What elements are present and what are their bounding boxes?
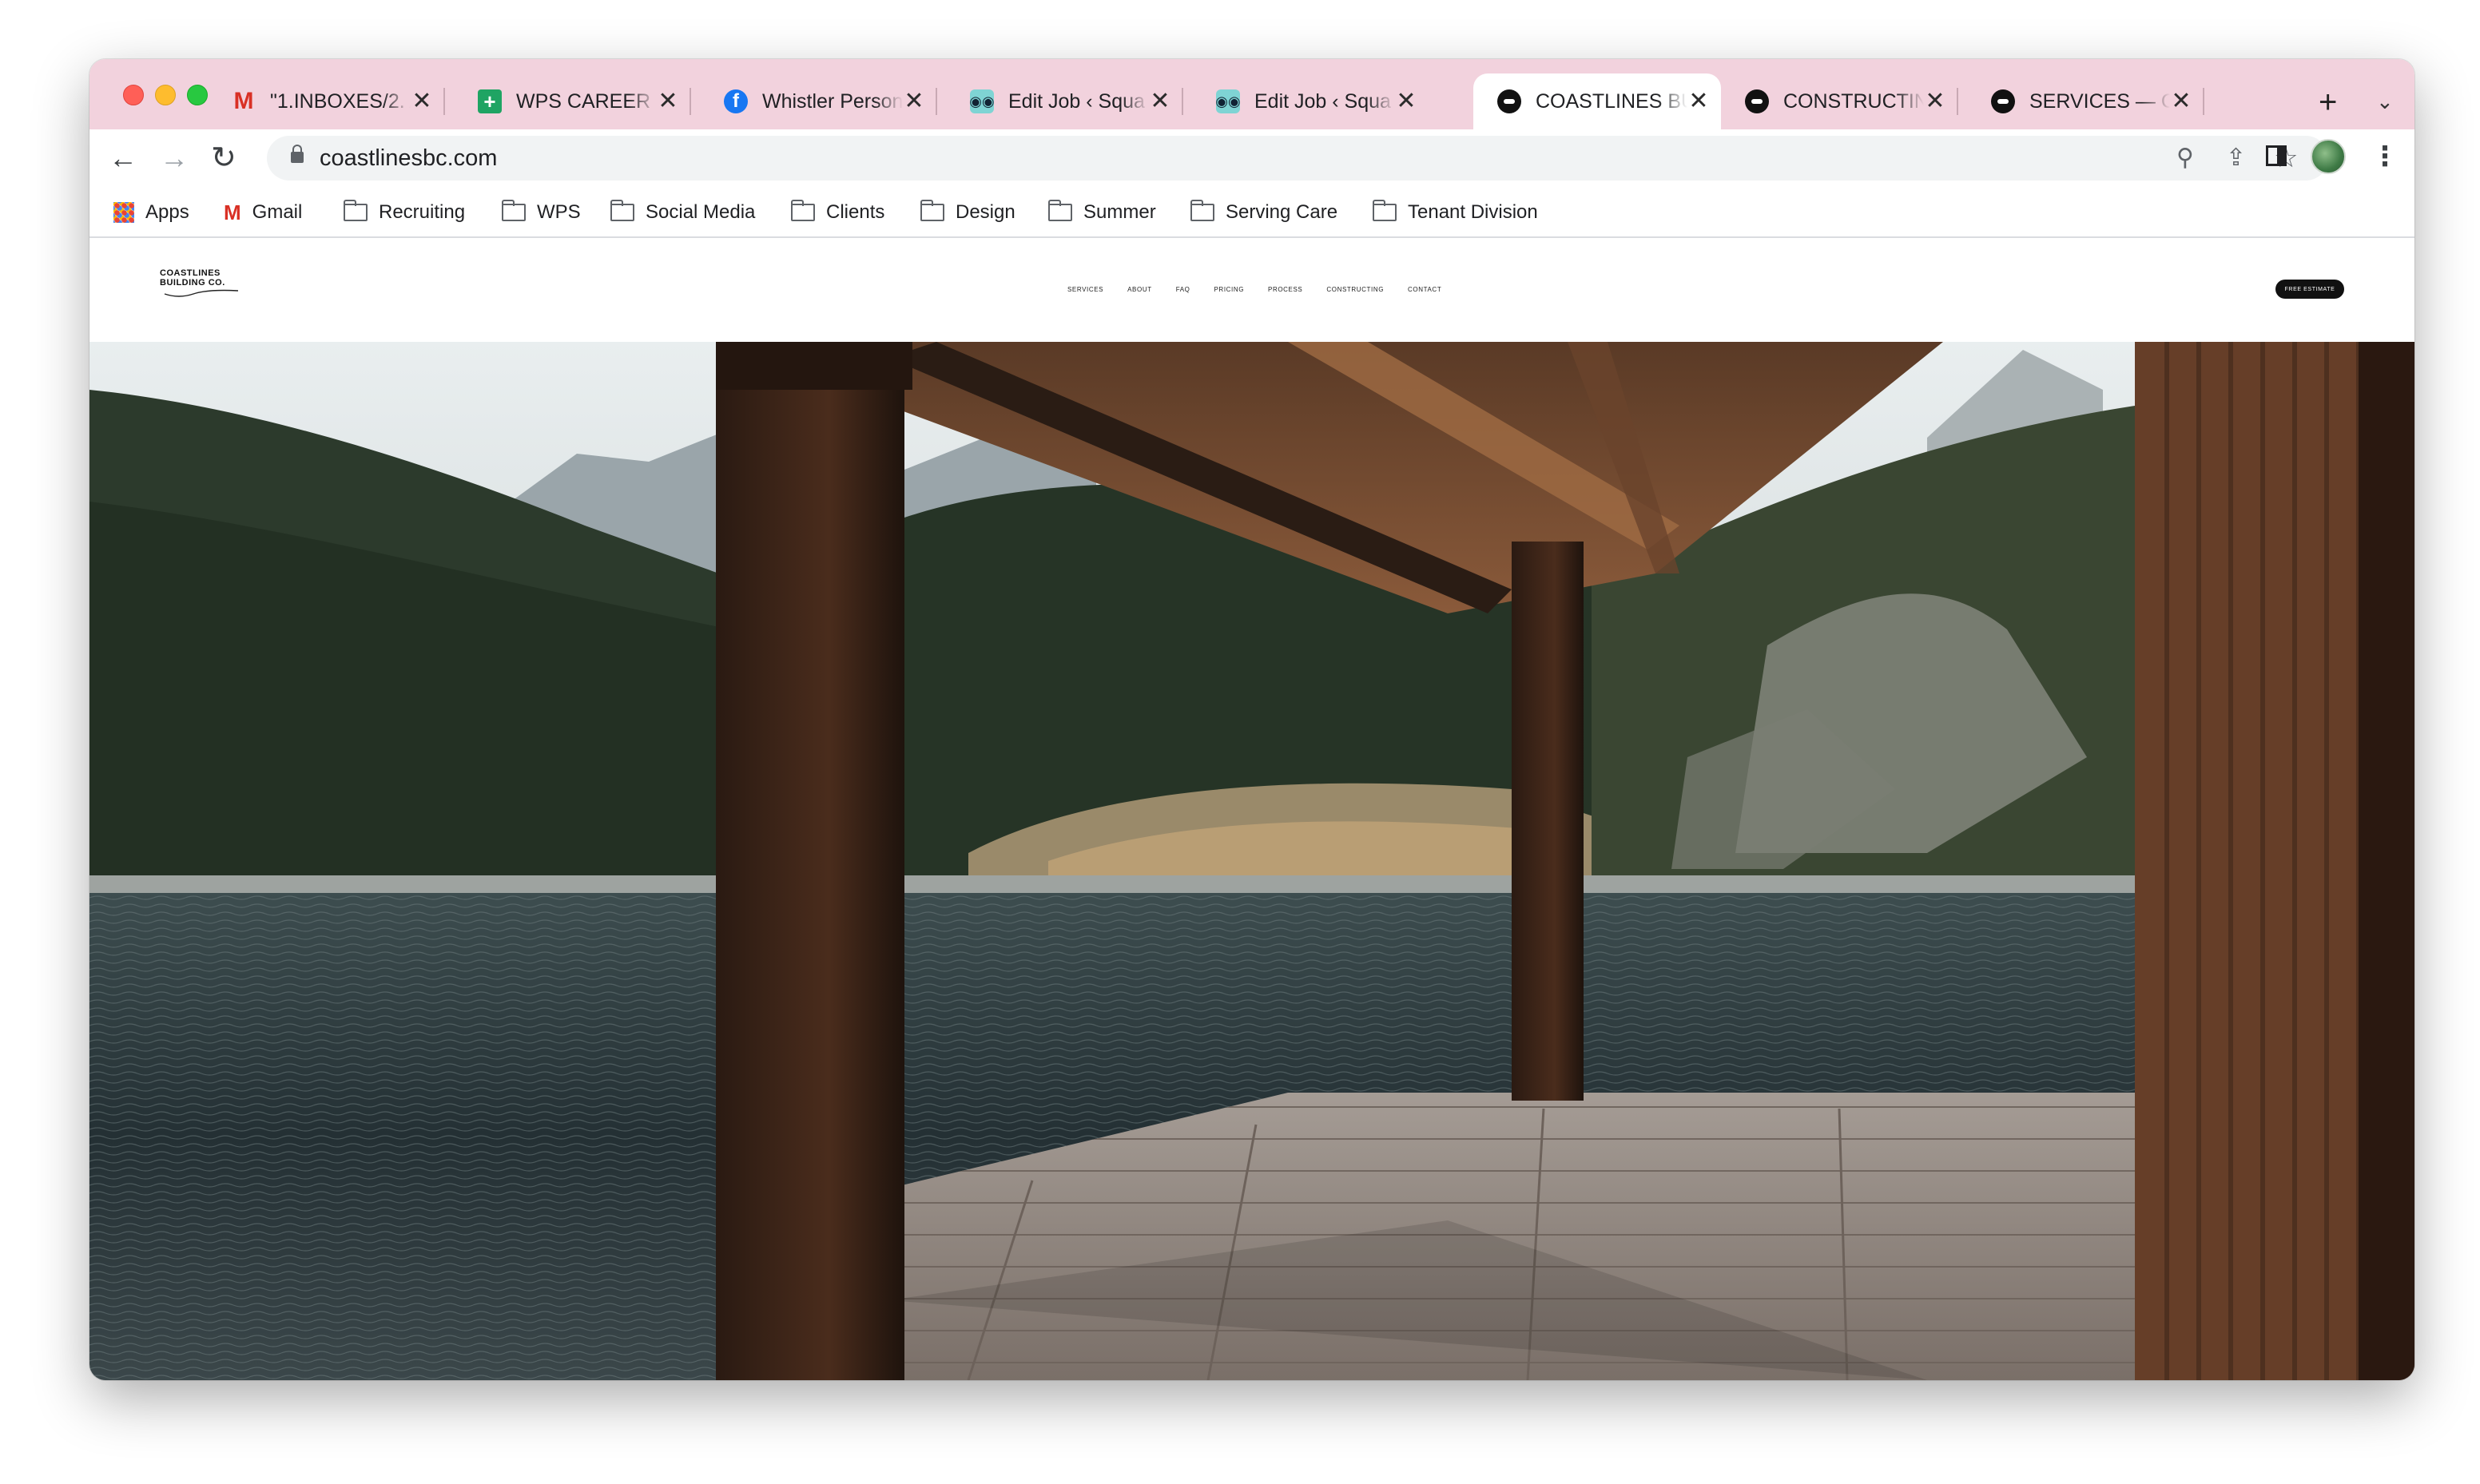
bookmark-apps[interactable]: Apps [113, 198, 189, 227]
bookmark-clients[interactable]: Clients [791, 198, 884, 227]
close-icon[interactable]: ✕ [2170, 89, 2192, 113]
facebook-icon: f [724, 89, 748, 113]
zoom-icon[interactable]: ⚲ [2176, 144, 2194, 173]
reload-icon[interactable]: ↻ [211, 141, 236, 176]
bookmark-label: Social Media [646, 201, 756, 223]
tab-title: COASTLINES BU [1536, 89, 1687, 113]
nav-services[interactable]: SERVICES [1067, 286, 1103, 293]
squarespace-icon [1991, 89, 2015, 113]
back-arrow-icon[interactable]: ← [109, 141, 137, 176]
bookmark-summer[interactable]: Summer [1048, 198, 1156, 227]
tab-title: Edit Job ‹ Squa [1254, 89, 1391, 113]
folder-icon [1373, 200, 1397, 221]
bookmark-label: Recruiting [379, 201, 466, 223]
bookmark-wps[interactable]: WPS [502, 198, 581, 227]
tab-title: WPS CAREER C [516, 89, 657, 113]
tab-title: Edit Job ‹ Squa [1008, 89, 1145, 113]
address-bar[interactable]: coastlinesbc.com ⚲ ⇪ ☆ [267, 136, 2328, 181]
site-header: COASTLINES BUILDING CO. SERVICES ABOUT F… [89, 238, 2414, 342]
nav-process[interactable]: PROCESS [1268, 286, 1302, 293]
side-panel-icon[interactable] [2266, 145, 2287, 166]
apps-grid-icon [113, 202, 134, 223]
folder-icon [1048, 200, 1072, 221]
folder-icon [920, 200, 944, 221]
tab-title: CONSTRUCTING [1783, 89, 1924, 113]
tab-strip: M "1.INBOXES/2. A ✕ + WPS CAREER C ✕ f W… [89, 59, 2414, 129]
browser-window: M "1.INBOXES/2. A ✕ + WPS CAREER C ✕ f W… [89, 59, 2414, 1380]
bookmarks-bar: Apps M Gmail Recruiting WPS Social Media… [89, 187, 2414, 238]
nav-about[interactable]: ABOUT [1127, 286, 1152, 293]
logo-text-line2: BUILDING CO. [160, 278, 225, 288]
tab-title: SERVICES — CO [2029, 89, 2170, 113]
bookmark-label: Summer [1083, 201, 1156, 223]
tab-title: Whistler Person [762, 89, 903, 113]
tab-coastlines[interactable]: COASTLINES BU ✕ [1473, 73, 1721, 129]
tab-gmail[interactable]: M "1.INBOXES/2. A ✕ [208, 73, 445, 129]
bookmark-label: Tenant Division [1408, 201, 1538, 223]
close-icon[interactable]: ✕ [1924, 89, 1946, 113]
forward-arrow-icon[interactable]: → [160, 141, 189, 176]
bookmark-serving-care[interactable]: Serving Care [1190, 198, 1337, 227]
nav-pricing[interactable]: PRICING [1214, 286, 1245, 293]
lock-icon[interactable] [291, 145, 304, 163]
tab-whistler[interactable]: f Whistler Person ✕ [700, 73, 937, 129]
bookmark-label: Clients [826, 201, 885, 223]
logo-text-line1: COASTLINES [160, 268, 221, 278]
bookmark-label: Gmail [252, 201, 303, 223]
free-estimate-button[interactable]: FREE ESTIMATE [2275, 280, 2344, 299]
close-icon[interactable]: ✕ [1395, 89, 1417, 113]
minimize-window-button[interactable] [155, 85, 176, 105]
share-icon[interactable]: ⇪ [2226, 144, 2246, 173]
close-icon[interactable]: ✕ [903, 89, 925, 113]
tab-title: "1.INBOXES/2. A [270, 89, 411, 113]
bookmark-design[interactable]: Design [920, 198, 1015, 227]
close-icon[interactable]: ✕ [1687, 89, 1710, 113]
close-icon[interactable]: ✕ [1149, 89, 1171, 113]
folder-icon [502, 200, 526, 221]
bookmark-tenant-division[interactable]: Tenant Division [1373, 198, 1538, 227]
nav-constructing[interactable]: CONSTRUCTING [1326, 286, 1384, 293]
bookmark-recruiting[interactable]: Recruiting [344, 198, 465, 227]
close-window-button[interactable] [123, 85, 144, 105]
hero-image [89, 342, 2414, 1380]
bookmark-label: Apps [145, 201, 189, 223]
gmail-icon: M [224, 200, 241, 224]
tab-wps-career[interactable]: + WPS CAREER C ✕ [454, 73, 691, 129]
gmail-icon: M [233, 88, 254, 114]
owl-icon: ◉◉ [969, 89, 995, 113]
squarespace-icon [1745, 89, 1769, 113]
tab-constructing[interactable]: CONSTRUCTING ✕ [1721, 73, 1958, 129]
bookmark-social-media[interactable]: Social Media [610, 198, 755, 227]
profile-avatar[interactable] [2311, 139, 2346, 174]
bookmark-label: Design [956, 201, 1015, 223]
tab-edit-job-1[interactable]: ◉◉ Edit Job ‹ Squa ✕ [946, 73, 1183, 129]
close-icon[interactable]: ✕ [411, 89, 433, 113]
new-tab-button[interactable]: + [2319, 86, 2337, 118]
tab-edit-job-2[interactable]: ◉◉ Edit Job ‹ Squa ✕ [1192, 73, 1429, 129]
bookmark-label: Serving Care [1226, 201, 1338, 223]
wave-icon [164, 289, 239, 297]
site-nav: SERVICES ABOUT FAQ PRICING PROCESS CONST… [1067, 286, 1465, 293]
maximize-window-button[interactable] [187, 85, 208, 105]
folder-icon [610, 200, 634, 221]
close-icon[interactable]: ✕ [657, 89, 679, 113]
squarespace-icon [1497, 89, 1521, 113]
nav-faq[interactable]: FAQ [1176, 286, 1190, 293]
sheets-icon: + [478, 89, 502, 113]
browser-toolbar: ← → ↻ coastlinesbc.com ⚲ ⇪ ☆ ⋮ [89, 129, 2414, 187]
folder-icon [344, 200, 368, 221]
url-text[interactable]: coastlinesbc.com [320, 145, 497, 172]
folder-icon [1190, 200, 1214, 221]
site-logo[interactable]: COASTLINES BUILDING CO. [160, 268, 256, 299]
tab-search-icon[interactable]: ⌄ [2376, 91, 2394, 112]
bookmark-gmail[interactable]: M Gmail [224, 198, 302, 227]
menu-dots-icon[interactable]: ⋮ [2371, 139, 2399, 174]
tab-services[interactable]: SERVICES — CO ✕ [1967, 73, 2204, 129]
nav-contact[interactable]: CONTACT [1408, 286, 1441, 293]
bookmark-label: WPS [537, 201, 581, 223]
owl-icon: ◉◉ [1215, 89, 1241, 113]
folder-icon [791, 200, 815, 221]
